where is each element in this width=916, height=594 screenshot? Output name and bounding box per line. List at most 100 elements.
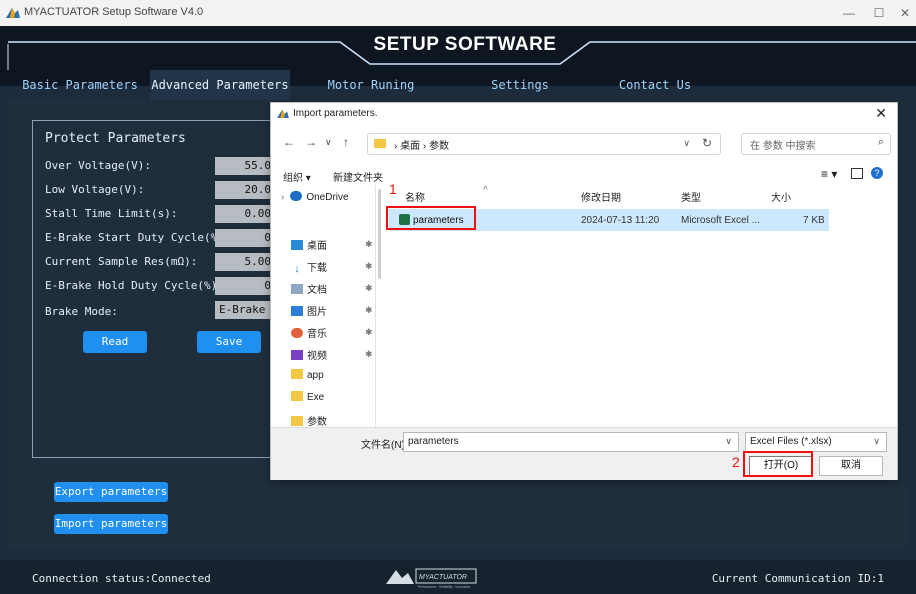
pin-icon: ✱	[365, 305, 373, 315]
ebrake-hold-value[interactable]: 0	[215, 277, 275, 295]
export-parameters-button[interactable]: Export parameters	[54, 482, 168, 502]
import-parameters-button[interactable]: Import parameters	[54, 514, 168, 534]
folder-icon	[291, 369, 303, 379]
dialog-titlebar: Import parameters. ✕	[271, 103, 897, 125]
chevron-down-icon[interactable]: ∨	[873, 436, 880, 447]
sidebar-item-pictures[interactable]: 图片	[291, 303, 327, 318]
sidebar-item-app[interactable]: app	[291, 369, 324, 381]
file-size: 7 KB	[803, 215, 825, 226]
folder-icon	[374, 139, 386, 148]
navigation-scrollbar[interactable]	[378, 189, 381, 279]
address-bar[interactable]: › 桌面 › 参数 ∨ ↻	[367, 133, 721, 155]
sidebar-label: 图片	[307, 307, 327, 318]
filename-input[interactable]: parameters ∨	[403, 432, 739, 452]
current-sample-label: Current Sample Res(mΩ):	[45, 255, 198, 268]
pin-icon: ✱	[365, 239, 373, 249]
minimize-button[interactable]: —	[838, 4, 860, 22]
view-options-icon[interactable]: ≡ ▾	[821, 167, 837, 181]
sidebar-label: 下载	[307, 263, 327, 274]
dialog-close-icon[interactable]: ✕	[875, 105, 887, 122]
forward-arrow-icon[interactable]: →	[305, 135, 317, 149]
over-voltage-value[interactable]: 55.0	[215, 157, 275, 175]
column-date[interactable]: 修改日期	[581, 189, 621, 204]
over-voltage-label: Over Voltage(V):	[45, 159, 151, 172]
tab-basic-parameters[interactable]: Basic Parameters	[20, 70, 140, 100]
pin-icon: ✱	[365, 261, 373, 271]
dialog-nav-bar: ← → ∨ ↑ › 桌面 › 参数 ∨ ↻ 在 参数 中搜索 ⌕	[271, 127, 897, 159]
pin-icon: ✱	[365, 283, 373, 293]
folder-icon	[291, 391, 303, 401]
search-placeholder: 在 参数 中搜索	[750, 141, 816, 152]
file-type: Microsoft Excel ...	[681, 215, 760, 226]
new-folder-button[interactable]: 新建文件夹	[333, 169, 383, 184]
organize-menu[interactable]: 组织 ▾	[283, 169, 311, 184]
step1-number: 1	[389, 181, 397, 197]
sidebar-item-onedrive[interactable]: › OneDrive	[281, 191, 349, 203]
sidebar-label: OneDrive	[306, 192, 349, 203]
tab-settings[interactable]: Settings	[470, 70, 570, 100]
cancel-button[interactable]: 取消	[819, 456, 883, 476]
sidebar-item-desktop[interactable]: 桌面	[291, 237, 327, 252]
navigation-pane: › OneDrive 桌面 ✱ ↓ 下载 ✱ 文档 ✱ 图片 ✱ 音乐 ✱ 视频 ✱…	[281, 185, 379, 427]
step1-highlight	[386, 206, 476, 230]
read-button[interactable]: Read	[83, 331, 147, 353]
myactuator-logo-icon: MYACTUATOR Performance · Reliability · I…	[386, 568, 477, 589]
breadcrumb-params[interactable]: 参数	[429, 141, 449, 152]
chevron-down-icon[interactable]: ∨	[725, 436, 732, 447]
tab-contact-us[interactable]: Contact Us	[610, 70, 700, 100]
sidebar-item-documents[interactable]: 文档	[291, 281, 327, 296]
refresh-icon[interactable]: ↻	[702, 136, 712, 150]
music-icon	[291, 328, 303, 338]
document-icon	[291, 284, 303, 294]
column-type[interactable]: 类型	[681, 189, 701, 204]
sidebar-item-downloads[interactable]: ↓ 下载	[291, 259, 327, 275]
sidebar-item-params[interactable]: 参数	[291, 413, 327, 427]
tab-motor-runing[interactable]: Motor Runing	[316, 70, 426, 100]
connection-status: Connection status:Connected	[32, 572, 211, 585]
logo-subtext: Performance · Reliability · Innovation	[418, 585, 470, 589]
step2-number: 2	[732, 454, 740, 470]
close-button[interactable]: ✕	[894, 4, 916, 22]
sidebar-label: Exe	[307, 392, 325, 403]
import-dialog: Import parameters. ✕ ← → ∨ ↑ › 桌面 › 参数 ∨…	[270, 102, 898, 480]
preview-pane-icon[interactable]	[851, 168, 863, 179]
pane-divider	[375, 185, 376, 427]
dialog-title: Import parameters.	[293, 108, 378, 119]
sidebar-label: 文档	[307, 285, 327, 296]
current-sample-value[interactable]: 5.00	[215, 253, 275, 271]
app-title: SETUP SOFTWARE	[373, 34, 557, 55]
stall-time-value[interactable]: 0.00	[215, 205, 275, 223]
pin-icon: ✱	[365, 327, 373, 337]
low-voltage-value[interactable]: 20.0	[215, 181, 275, 199]
sidebar-item-videos[interactable]: 视频	[291, 347, 327, 362]
desktop-icon	[291, 240, 303, 250]
back-arrow-icon[interactable]: ←	[283, 135, 295, 149]
help-icon[interactable]: ?	[871, 167, 883, 179]
column-size[interactable]: 大小	[771, 189, 791, 204]
low-voltage-label: Low Voltage(V):	[45, 183, 145, 196]
search-box[interactable]: 在 参数 中搜索 ⌕	[741, 133, 891, 155]
maximize-button[interactable]: ☐	[868, 4, 890, 22]
sidebar-item-exe[interactable]: Exe	[291, 391, 324, 403]
tab-advanced-parameters[interactable]: Advanced Parameters	[150, 70, 290, 100]
up-arrow-icon[interactable]: ↑	[343, 135, 349, 149]
ebrake-start-label: E-Brake Start Duty Cycle(%):	[45, 231, 231, 244]
address-dropdown-icon[interactable]: ∨	[683, 138, 690, 149]
breadcrumb-desktop[interactable]: 桌面	[400, 141, 420, 152]
brake-mode-select[interactable]: E-Brake	[215, 301, 275, 319]
sidebar-label: app	[307, 370, 324, 381]
ebrake-hold-label: E-Brake Hold Duty Cycle(%):	[45, 279, 224, 292]
pin-icon: ✱	[365, 349, 373, 359]
dialog-app-icon	[277, 109, 289, 118]
file-type-select[interactable]: Excel Files (*.xlsx) ∨	[745, 432, 887, 452]
tab-bar: Basic Parameters Advanced Parameters Mot…	[0, 70, 916, 100]
save-button[interactable]: Save	[197, 331, 261, 353]
sidebar-item-music[interactable]: 音乐	[291, 325, 327, 340]
recent-chevron-icon[interactable]: ∨	[325, 137, 332, 148]
window-titlebar: MYACTUATOR Setup Software V4.0 — ☐ ✕	[0, 0, 916, 27]
column-name[interactable]: 名称	[405, 189, 425, 204]
step2-highlight	[743, 451, 813, 477]
file-date: 2024-07-13 11:20	[581, 215, 660, 226]
video-icon	[291, 350, 303, 360]
ebrake-start-value[interactable]: 0	[215, 229, 275, 247]
